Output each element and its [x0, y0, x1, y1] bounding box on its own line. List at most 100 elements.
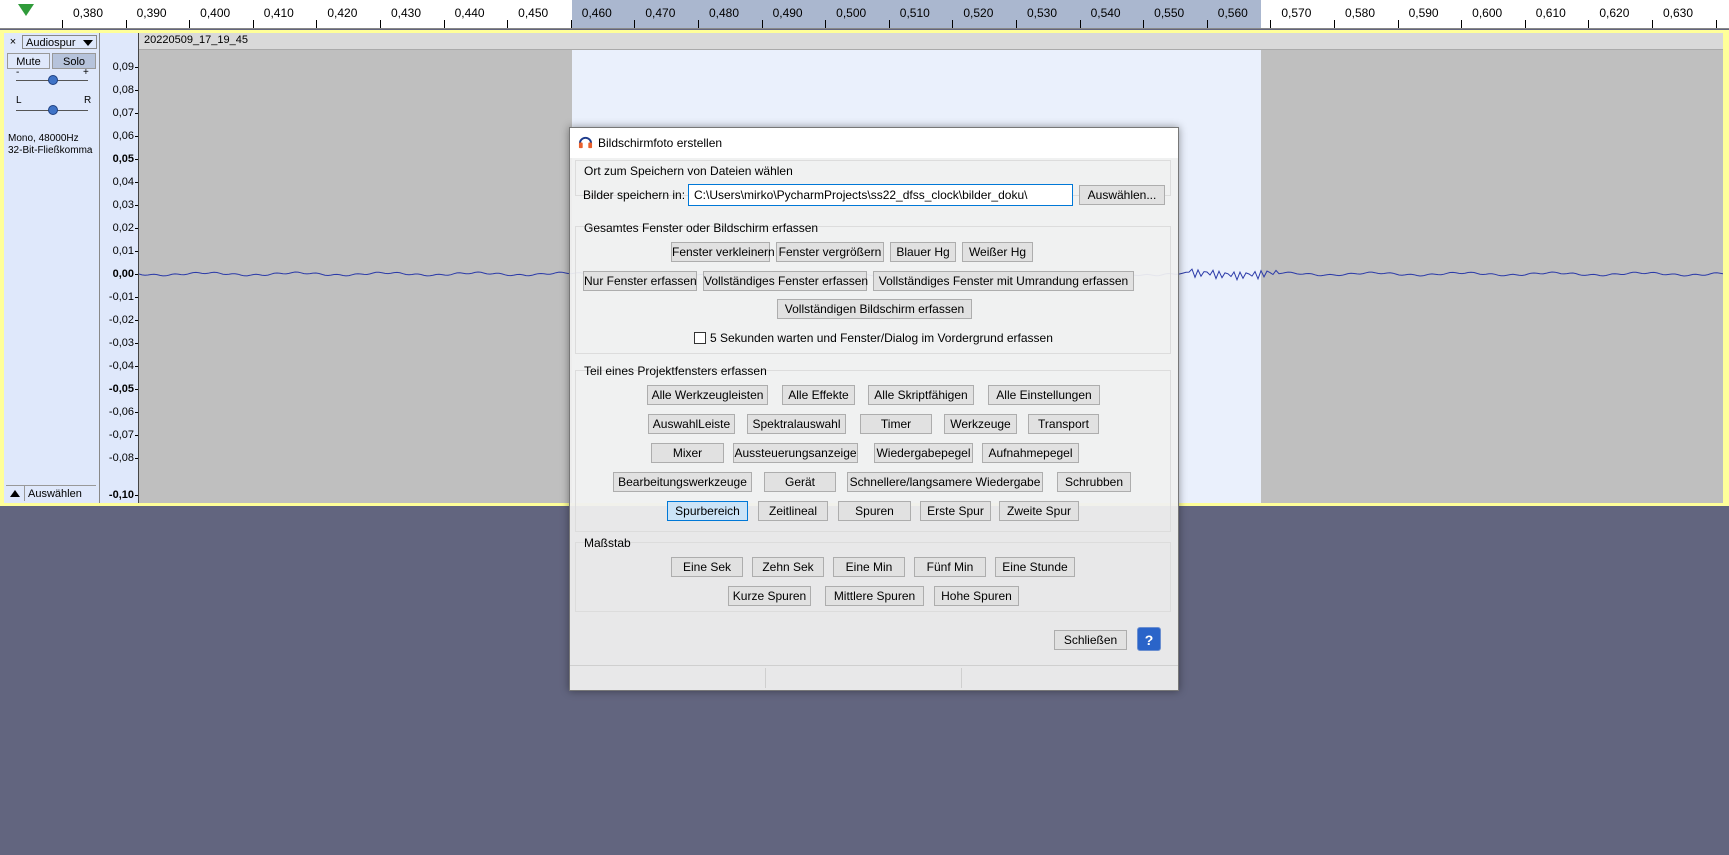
- ruler-tick-label: 0,400: [200, 6, 231, 20]
- mixer-button[interactable]: Mixer: [651, 443, 724, 463]
- capture-full-window-button[interactable]: Vollständiges Fenster erfassen: [703, 271, 868, 291]
- dialog-titlebar[interactable]: Bildschirmfoto erstellen: [570, 128, 1178, 158]
- mute-button[interactable]: Mute: [7, 53, 50, 69]
- amplitude-tick-mark: [135, 274, 138, 275]
- capture-full-screen-button[interactable]: Vollständigen Bildschirm erfassen: [777, 299, 972, 319]
- wait-5s-label[interactable]: 5 Sekunden warten und Fenster/Dialog im …: [710, 331, 1053, 345]
- track-name: Audiospur: [26, 37, 76, 49]
- browse-button[interactable]: Auswählen...: [1079, 185, 1165, 205]
- tall-tracks-button[interactable]: Hohe Spuren: [934, 586, 1019, 606]
- amplitude-tick-label: 0,00: [112, 268, 134, 280]
- close-button[interactable]: Schließen: [1054, 630, 1127, 650]
- medium-tracks-button[interactable]: Mittlere Spuren: [825, 586, 924, 606]
- capture-window-only-button[interactable]: Nur Fenster erfassen: [583, 271, 697, 291]
- gain-plus-label: +: [83, 67, 89, 78]
- edit-tools-button[interactable]: Bearbeitungswerkzeuge: [613, 472, 752, 492]
- play-head-icon[interactable]: [18, 4, 34, 16]
- ruler-tick-mark: [252, 20, 254, 28]
- close-track-icon[interactable]: ×: [6, 35, 20, 49]
- one-second-button[interactable]: Eine Sek: [671, 557, 743, 577]
- ruler-tick-mark: [1334, 20, 1335, 28]
- timeline-ruler[interactable]: 0,380 0,390 0,400 0,410 0,420 0,430 0,440 0,450…: [0, 0, 1729, 29]
- dialog-statusbar: [570, 665, 1178, 690]
- timeline-button[interactable]: Zeitlineal: [758, 501, 828, 521]
- track-format: Mono, 48000Hz: [8, 133, 79, 144]
- ruler-tick-mark: [1461, 20, 1463, 28]
- chevron-down-icon: [83, 40, 93, 46]
- all-toolbars-button[interactable]: Alle Werkzeugleisten: [647, 385, 768, 405]
- play-at-speed-button[interactable]: Schnellere/langsamere Wiedergabe: [847, 472, 1043, 492]
- ruler-tick-label: 0,570: [1281, 6, 1312, 20]
- gain-slider-knob[interactable]: [48, 75, 58, 85]
- project-part-group-label: Teil eines Projektfensters erfassen: [584, 364, 767, 378]
- wait-5s-checkbox[interactable]: [694, 332, 706, 344]
- track-panel-button[interactable]: Spurbereich: [667, 501, 748, 521]
- all-scriptables-button[interactable]: Alle Skriptfähigen: [868, 385, 974, 405]
- amplitude-tick-mark: [135, 90, 138, 91]
- dialog-title: Bildschirmfoto erstellen: [598, 136, 723, 150]
- playback-meter-button[interactable]: Wiedergabepegel: [874, 443, 973, 463]
- track-select-bar[interactable]: Auswählen: [6, 485, 96, 502]
- tools-button[interactable]: Werkzeuge: [944, 414, 1017, 434]
- one-minute-button[interactable]: Eine Min: [833, 557, 905, 577]
- pan-slider-knob[interactable]: [48, 105, 58, 115]
- selection-bar-button[interactable]: AuswahlLeiste: [648, 414, 735, 434]
- track-name-menu[interactable]: Audiospur: [22, 35, 97, 49]
- clip-name[interactable]: 20220509_17_19_45: [144, 34, 248, 46]
- tracks-button[interactable]: Spuren: [838, 501, 911, 521]
- help-icon[interactable]: ?: [1137, 627, 1161, 651]
- ruler-tick-label: 0,520: [963, 6, 994, 20]
- capture-window-frame-button[interactable]: Vollständiges Fenster mit Umrandung erfa…: [873, 271, 1134, 291]
- amplitude-tick-label: -0,07: [108, 429, 134, 441]
- record-meter-button[interactable]: Aufnahmepegel: [982, 443, 1079, 463]
- five-minutes-button[interactable]: Fünf Min: [914, 557, 986, 577]
- all-effects-button[interactable]: Alle Effekte: [782, 385, 855, 405]
- clip-header[interactable]: 20220509_17_19_45: [139, 33, 1723, 50]
- ruler-tick-mark: [1079, 20, 1081, 28]
- ruler-tick-mark: [1588, 20, 1590, 28]
- amplitude-tick-mark: [135, 458, 138, 459]
- solo-button[interactable]: Solo: [52, 53, 96, 69]
- shrink-window-button[interactable]: Fenster verkleinern: [671, 242, 775, 262]
- device-button[interactable]: Gerät: [764, 472, 836, 492]
- one-hour-button[interactable]: Eine Stunde: [995, 557, 1075, 577]
- ruler-tick-mark: [1270, 20, 1272, 28]
- meter-button[interactable]: Aussteuerungsanzeige: [733, 443, 858, 463]
- second-track-button[interactable]: Zweite Spur: [999, 501, 1079, 521]
- amplitude-tick-label: 0,01: [112, 245, 134, 257]
- audacity-icon: [578, 136, 593, 149]
- track-sample-format: 32-Bit-Fließkomma: [8, 145, 93, 156]
- ten-seconds-button[interactable]: Zehn Sek: [752, 557, 824, 577]
- amplitude-tick-mark: [135, 495, 138, 496]
- amplitude-tick-mark: [135, 320, 138, 321]
- white-background-button[interactable]: Weißer Hg: [962, 242, 1033, 262]
- ruler-tick-mark: [189, 20, 191, 28]
- amplitude-ruler[interactable]: 0,09 0,08 0,07 0,06 0,05 0,04 0,03 0,02 0,01 0,00…: [100, 33, 139, 503]
- ruler-tick-mark: [380, 20, 381, 28]
- spectral-selection-button[interactable]: Spektralauswahl: [747, 414, 846, 434]
- screenshot-dialog: Bildschirmfoto erstellen Ort zum Speiche…: [569, 127, 1179, 691]
- ruler-tick-label: 0,580: [1344, 6, 1376, 20]
- enlarge-window-button[interactable]: Fenster vergrößern: [776, 242, 884, 262]
- amplitude-tick-mark: [135, 251, 138, 252]
- ruler-tick-mark: [1206, 20, 1208, 28]
- ruler-tick-label: 0,550: [1154, 6, 1185, 20]
- ruler-tick-label: 0,380: [72, 6, 104, 20]
- collapse-icon[interactable]: [10, 490, 20, 497]
- transport-button[interactable]: Transport: [1028, 414, 1099, 434]
- blue-background-button[interactable]: Blauer Hg: [890, 242, 956, 262]
- save-path-input[interactable]: C:\Users\mirko\PycharmProjects\ss22_dfss…: [688, 184, 1073, 206]
- short-tracks-button[interactable]: Kurze Spuren: [728, 586, 811, 606]
- ruler-tick-label: 0,560: [1217, 6, 1248, 20]
- timer-button[interactable]: Timer: [860, 414, 932, 434]
- amplitude-tick-label: 0,09: [112, 61, 134, 73]
- all-preferences-button[interactable]: Alle Einstellungen: [988, 385, 1100, 405]
- ruler-tick-label: 0,600: [1472, 6, 1503, 20]
- amplitude-tick-label: 0,05: [112, 153, 134, 165]
- ruler-tick-label: 0,590: [1408, 6, 1439, 20]
- first-track-button[interactable]: Erste Spur: [920, 501, 991, 521]
- amplitude-tick-mark: [135, 297, 138, 298]
- ruler-tick-label: 0,460: [581, 6, 612, 20]
- select-track-button[interactable]: Auswählen: [24, 486, 82, 501]
- scrub-button[interactable]: Schrubben: [1057, 472, 1131, 492]
